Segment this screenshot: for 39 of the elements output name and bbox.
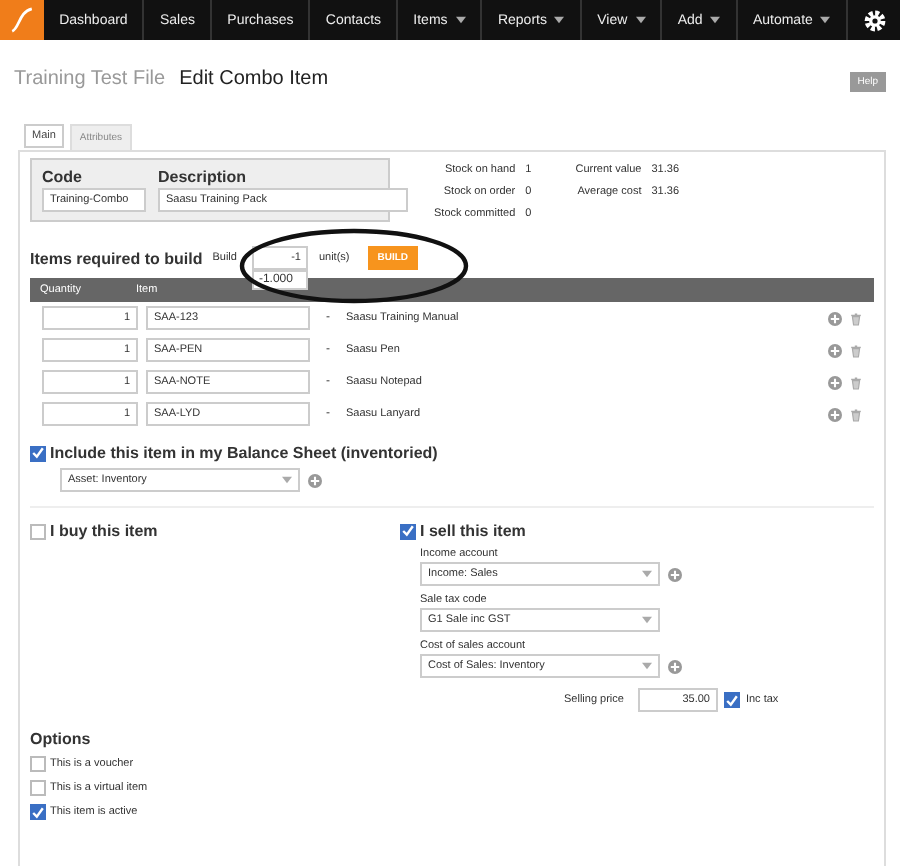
section-heading: Items required to build xyxy=(30,249,203,267)
caret-icon xyxy=(642,616,652,624)
add-icon[interactable] xyxy=(828,311,842,325)
checkbox[interactable] xyxy=(30,780,46,796)
trash-icon[interactable] xyxy=(850,407,862,421)
checkbox-label: Include this item in my Balance Sheet (inventoried) xyxy=(50,444,438,462)
description-label: Description xyxy=(158,168,249,186)
caret-icon xyxy=(635,16,646,24)
add-icon[interactable] xyxy=(668,567,682,581)
caret-icon xyxy=(642,570,652,578)
app-logo[interactable] xyxy=(0,0,44,40)
checkbox-label: I buy this item xyxy=(50,522,158,540)
add-icon[interactable] xyxy=(828,375,842,389)
checkbox[interactable] xyxy=(30,756,46,772)
add-icon[interactable] xyxy=(828,343,842,357)
caret-icon xyxy=(820,16,831,24)
checkbox[interactable] xyxy=(400,523,416,539)
add-icon[interactable] xyxy=(308,473,322,487)
checkbox[interactable] xyxy=(30,523,46,539)
caret-icon xyxy=(455,16,466,24)
caret-icon xyxy=(282,476,292,484)
checkbox-label: I sell this item xyxy=(420,522,526,540)
caret-icon xyxy=(710,16,721,24)
add-icon[interactable] xyxy=(668,659,682,673)
caret-icon xyxy=(554,16,565,24)
checkbox[interactable] xyxy=(723,692,740,708)
trash-icon[interactable] xyxy=(850,343,862,357)
trash-icon[interactable] xyxy=(850,311,862,325)
code-label: Code xyxy=(42,168,84,186)
section-heading: Options xyxy=(30,730,93,748)
checkbox[interactable] xyxy=(30,445,46,461)
caret-icon xyxy=(642,662,652,670)
swoosh-logo-icon xyxy=(8,6,36,34)
trash-icon[interactable] xyxy=(850,375,862,389)
file-name: Training Test File xyxy=(14,68,166,90)
checkbox[interactable] xyxy=(30,804,46,820)
page-title: Edit Combo Item xyxy=(179,68,329,90)
settings-icon xyxy=(861,7,887,33)
add-icon[interactable] xyxy=(828,407,842,421)
